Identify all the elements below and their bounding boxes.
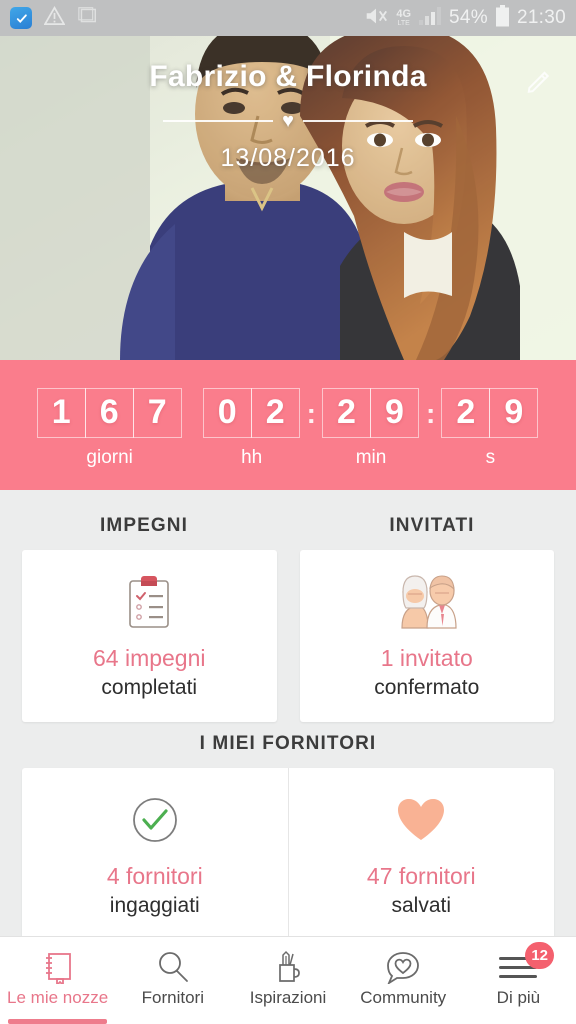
network-type-label: 4G LTE bbox=[396, 8, 412, 28]
signal-bars-icon bbox=[418, 6, 442, 30]
nav-label: Fornitori bbox=[141, 988, 204, 1007]
battery-percent-label: 54% bbox=[449, 7, 488, 28]
heart-icon: ♥ bbox=[282, 110, 294, 132]
countdown-seconds-label: s bbox=[485, 446, 496, 468]
bottom-navigation-bar: Le mie nozze Fornitori Ispirazioni Commu… bbox=[0, 936, 576, 1024]
countdown-hours: 0 2 hh bbox=[202, 387, 300, 469]
clipboard-checklist-icon bbox=[122, 573, 176, 631]
countdown-days-digits: 1 6 7 bbox=[36, 387, 182, 438]
countdown-separator: : bbox=[426, 397, 436, 429]
fornitori-ingaggiati-sub: ingaggiati bbox=[109, 894, 200, 917]
hero-text-overlay: Fabrizio & Florinda ♥ 13/08/2016 bbox=[0, 36, 576, 360]
bride-and-groom-icon bbox=[394, 573, 460, 631]
countdown-seconds: 2 9 s bbox=[441, 387, 539, 469]
digit: 7 bbox=[132, 387, 182, 438]
app-root: 4G LTE 54% 21:30 Fabrizio & Florinda ♥ 1… bbox=[0, 0, 576, 1024]
active-tab-indicator bbox=[8, 1019, 108, 1024]
countdown-hours-label: hh bbox=[241, 446, 263, 468]
nav-item-community[interactable]: Community bbox=[346, 937, 461, 1024]
speech-bubble-heart-icon bbox=[385, 948, 421, 986]
nav-label: Di più bbox=[496, 988, 541, 1007]
nav-label: Ispirazioni bbox=[249, 988, 327, 1007]
countdown-row: 1 6 7 giorni 0 2 hh : 2 9 min: 2 9 s bbox=[36, 387, 539, 469]
section-title-impegni: IMPEGNI bbox=[100, 515, 188, 536]
invitati-sub: confermato bbox=[374, 676, 480, 699]
notebook-icon bbox=[41, 948, 75, 986]
countdown-minutes-label: min bbox=[355, 446, 387, 468]
wedding-countdown: 1 6 7 giorni 0 2 hh : 2 9 min: 2 9 s bbox=[0, 360, 576, 490]
fornitori-salvati-sub: salvati bbox=[391, 894, 452, 917]
app-notification-icon bbox=[10, 7, 32, 29]
digit: 1 bbox=[36, 387, 86, 438]
countdown-seconds-digits: 2 9 bbox=[441, 387, 539, 438]
divider-line-left bbox=[163, 120, 274, 122]
notification-badge: 12 bbox=[525, 942, 555, 969]
digit: 9 bbox=[489, 387, 539, 438]
section-title-invitati: INVITATI bbox=[389, 515, 475, 536]
warning-triangle-icon bbox=[43, 6, 66, 30]
edit-profile-button[interactable] bbox=[518, 62, 558, 102]
nav-item-di-piu[interactable]: 12 Di più bbox=[461, 937, 576, 1024]
clock-label: 21:30 bbox=[516, 7, 566, 28]
digit: 2 bbox=[322, 387, 371, 438]
card-fornitori-ingaggiati[interactable]: 4 fornitori ingaggiati bbox=[22, 768, 288, 940]
mute-vibrate-icon bbox=[363, 6, 389, 31]
tasks-guests-cards-row: 64 impegni completati 1 invitato conferm… bbox=[0, 550, 576, 722]
fornitori-ingaggiati-count: 4 fornitori bbox=[106, 863, 203, 889]
green-check-circle-icon bbox=[131, 791, 179, 849]
digit: 2 bbox=[441, 387, 491, 438]
pencil-edit-icon bbox=[527, 71, 550, 93]
section-titles-row: IMPEGNI INVITATI bbox=[0, 504, 576, 550]
battery-icon bbox=[495, 4, 510, 32]
nav-label: Community bbox=[360, 988, 447, 1007]
section-title-fornitori: I MIEI FORNITORI bbox=[199, 733, 377, 754]
nav-item-le-mie-nozze[interactable]: Le mie nozze bbox=[0, 937, 115, 1024]
impegni-sub: completati bbox=[101, 676, 198, 699]
countdown-days-label: giorni bbox=[86, 446, 133, 468]
status-bar: 4G LTE 54% 21:30 bbox=[0, 0, 576, 36]
card-impegni[interactable]: 64 impegni completati bbox=[22, 550, 277, 722]
countdown-hours-digits: 0 2 bbox=[202, 387, 300, 438]
countdown-minutes-digits: 2 9 bbox=[322, 387, 419, 438]
countdown-separator: : bbox=[306, 397, 316, 429]
nav-item-fornitori[interactable]: Fornitori bbox=[115, 937, 230, 1024]
fornitori-salvati-count: 47 fornitori bbox=[366, 863, 476, 889]
countdown-minutes: 2 9 min bbox=[322, 387, 419, 469]
search-icon bbox=[156, 948, 190, 986]
impegni-count: 64 impegni bbox=[92, 645, 206, 671]
heart-icon bbox=[396, 791, 446, 849]
invitati-count: 1 invitato bbox=[380, 645, 473, 671]
dashboard-content: IMPEGNI INVITATI 64 impegni completati 1… bbox=[0, 490, 576, 940]
digit: 6 bbox=[84, 387, 134, 438]
couple-names: Fabrizio & Florinda bbox=[149, 60, 427, 93]
digit: 9 bbox=[370, 387, 419, 438]
pencil-cup-icon bbox=[271, 948, 305, 986]
nav-label: Le mie nozze bbox=[7, 988, 109, 1007]
card-fornitori-salvati[interactable]: 47 fornitori salvati bbox=[287, 768, 555, 940]
status-bar-left bbox=[10, 6, 98, 30]
digit: 0 bbox=[202, 387, 252, 438]
digit: 2 bbox=[250, 387, 300, 438]
nav-item-ispirazioni[interactable]: Ispirazioni bbox=[230, 937, 345, 1024]
heart-divider: ♥ bbox=[163, 111, 413, 131]
wedding-date: 13/08/2016 bbox=[220, 144, 356, 172]
divider-line-right bbox=[302, 120, 413, 122]
card-invitati[interactable]: 1 invitato confermato bbox=[299, 550, 554, 722]
countdown-days: 1 6 7 giorni bbox=[36, 387, 182, 469]
wedding-hero-header[interactable]: Fabrizio & Florinda ♥ 13/08/2016 bbox=[0, 36, 576, 360]
vendors-card: 4 fornitori ingaggiati 47 fornitori salv… bbox=[22, 768, 554, 940]
screenshot-icon bbox=[77, 6, 98, 30]
status-bar-right: 4G LTE 54% 21:30 bbox=[363, 4, 566, 32]
